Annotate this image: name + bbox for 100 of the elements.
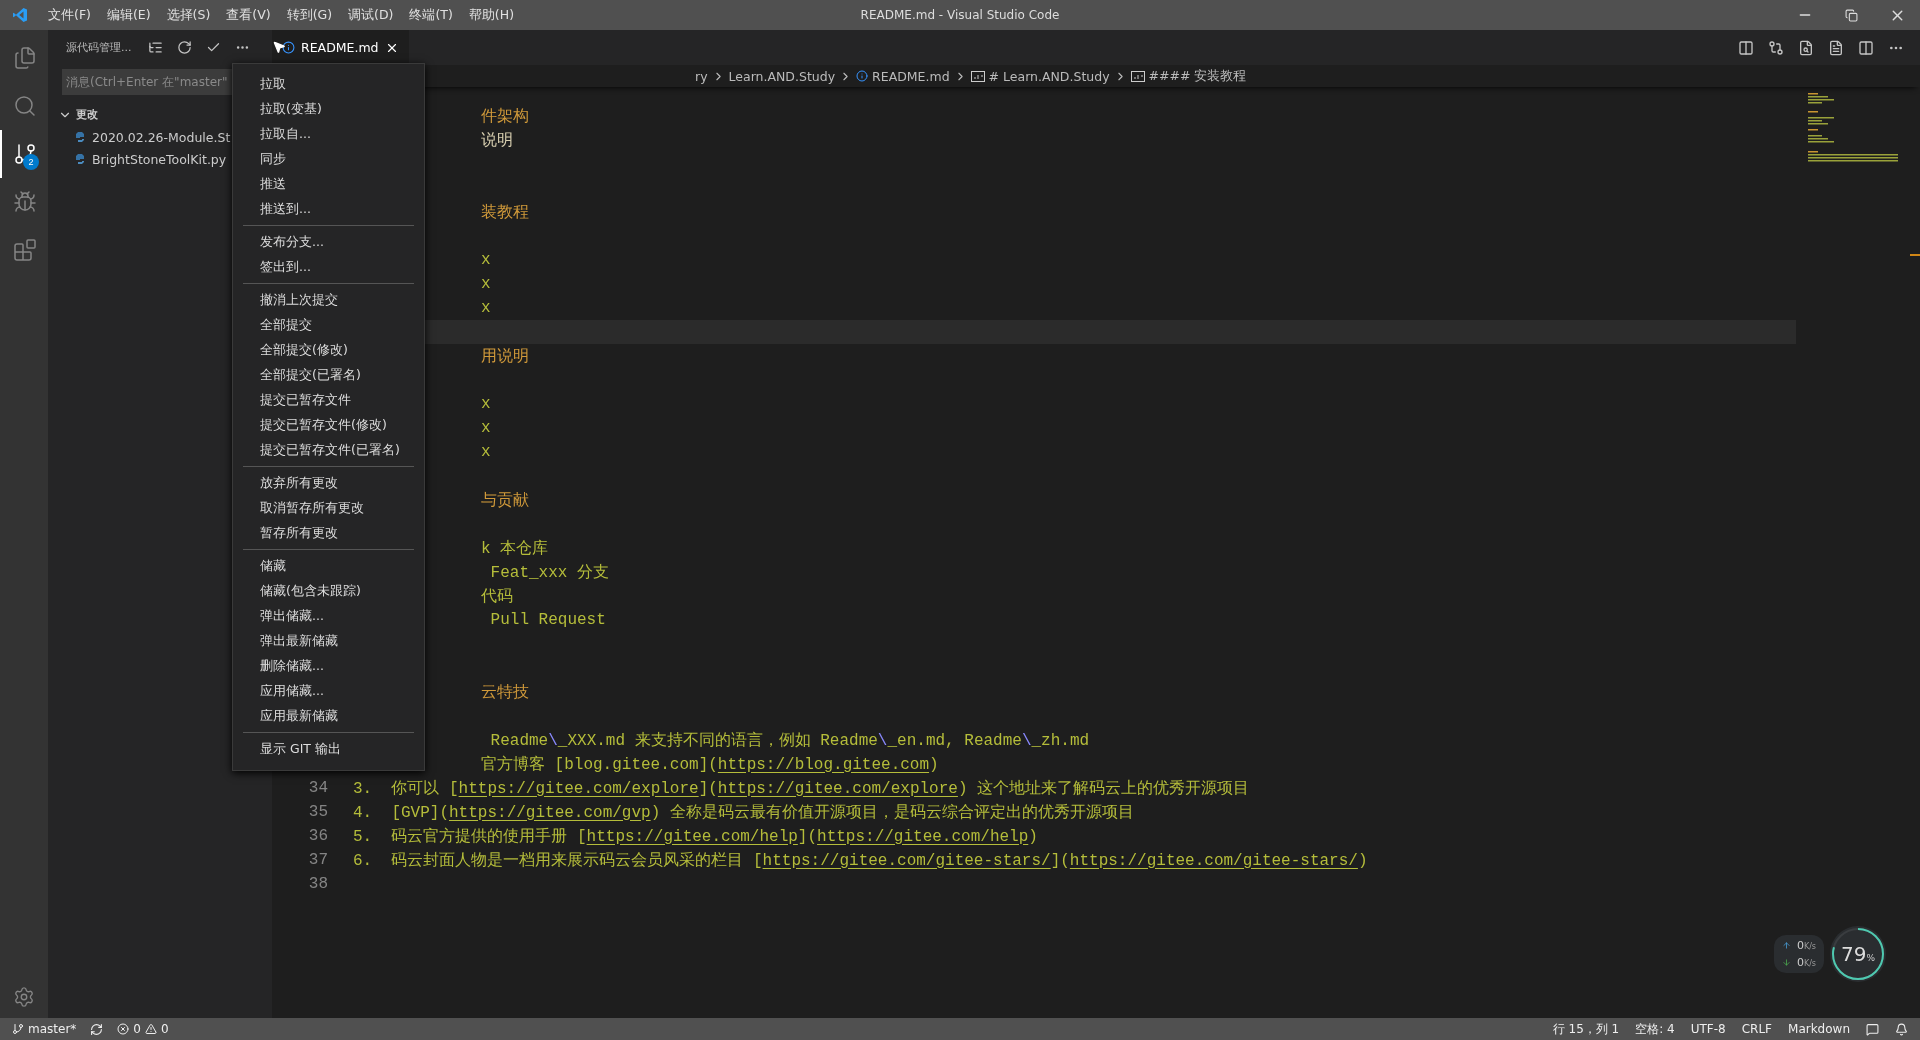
code-line: x xyxy=(481,443,491,461)
code-line: 用说明 xyxy=(481,346,529,367)
search-icon[interactable] xyxy=(13,94,37,118)
code-line: Readme\_XXX.md 来支持不同的语言，例如 Readme\_en.md, Readme\_zh.md xyxy=(489,730,1090,751)
menu-item[interactable]: 弹出储藏... xyxy=(233,604,424,629)
menu-item[interactable]: 选择(S) xyxy=(158,6,219,24)
code-line: 与贡献 xyxy=(481,490,529,511)
code-line: x xyxy=(481,275,491,293)
menu-item[interactable]: 暂存所有更改 xyxy=(233,521,424,546)
mouse-cursor-icon xyxy=(272,40,286,54)
menu-item[interactable]: 发布分支... xyxy=(233,230,424,255)
code-line: 说明 xyxy=(481,130,513,151)
split-editor-icon[interactable] xyxy=(1858,39,1874,56)
code-line: x xyxy=(481,419,491,437)
warning-icon[interactable] xyxy=(144,1023,157,1035)
menu-item[interactable]: 转到(G) xyxy=(278,6,341,24)
menu-item[interactable]: 储藏(包含未跟踪) xyxy=(233,579,424,604)
refresh-icon[interactable] xyxy=(176,40,192,55)
menu-item[interactable]: 推送 xyxy=(233,172,424,197)
tab-label: README.md xyxy=(301,40,379,55)
blocks-icon[interactable] xyxy=(13,238,37,262)
menu-item[interactable]: 提交已暂存文件(修改) xyxy=(233,413,424,438)
status-item[interactable]: 空格: 4 xyxy=(1635,1020,1675,1038)
menu-item[interactable]: 调试(D) xyxy=(340,6,402,24)
menu-item[interactable]: 储藏 xyxy=(233,554,424,579)
feedback-icon[interactable] xyxy=(1866,1022,1879,1036)
restore-icon[interactable] xyxy=(1844,8,1858,22)
menu-item[interactable]: 同步 xyxy=(233,147,424,172)
menu-item[interactable]: 全部提交 xyxy=(233,313,424,338)
compare-icon[interactable] xyxy=(1768,39,1784,56)
code-line: x xyxy=(481,299,491,317)
menu-item[interactable]: 拉取自... xyxy=(233,122,424,147)
warning-count[interactable]: 0 xyxy=(160,1022,169,1036)
menu-item[interactable]: 拉取(变基) xyxy=(233,97,424,122)
tree-view-icon[interactable] xyxy=(147,40,163,55)
menu-item[interactable]: 提交已暂存文件(已署名) xyxy=(233,438,424,463)
code-line: 4. [GVP](https://gitee.com/gvp) 全称是码云最有价值开源项目，是码云综合评定出的优秀开源项目 xyxy=(353,802,1134,823)
bug-icon[interactable] xyxy=(13,190,37,214)
breadcrumb-item[interactable]: # Learn.AND.Study xyxy=(988,68,1110,84)
editor-tab[interactable]: README.md xyxy=(272,30,409,65)
breadcrumb-item[interactable]: ry xyxy=(695,68,708,84)
menu-item[interactable]: 应用最新储藏 xyxy=(233,704,424,729)
menu-item[interactable]: 全部提交(已署名) xyxy=(233,363,424,388)
menu-item[interactable]: 应用储藏... xyxy=(233,679,424,704)
scroll-marker xyxy=(1910,254,1920,256)
document-icon[interactable] xyxy=(1828,39,1844,56)
bell-icon[interactable] xyxy=(1895,1022,1908,1036)
code-line: 云特技 xyxy=(481,682,529,703)
progress-ring-icon xyxy=(1830,926,1886,982)
code-line: x xyxy=(481,395,491,413)
menu-item[interactable]: 取消暂存所有更改 xyxy=(233,496,424,521)
section-label[interactable]: 更改 xyxy=(76,107,98,122)
line-number: 37 xyxy=(307,851,328,869)
upload-icon xyxy=(1781,941,1791,950)
menu-item[interactable]: 终端(T) xyxy=(401,6,461,24)
status-item[interactable]: CRLF xyxy=(1741,1022,1773,1036)
menu-item[interactable]: 删除储藏... xyxy=(233,654,424,679)
settings-icon[interactable] xyxy=(13,986,35,1008)
breadcrumb-item[interactable]: Learn.AND.Study xyxy=(728,68,836,84)
sync-icon[interactable] xyxy=(90,1022,104,1036)
file-search-icon[interactable] xyxy=(1798,39,1814,56)
python-file-icon xyxy=(76,154,86,164)
menu-item[interactable]: 帮助(H) xyxy=(460,6,522,24)
gauge-value: 79% xyxy=(1841,942,1875,966)
preview-icon[interactable] xyxy=(1738,39,1754,56)
window-title: README.md - Visual Studio Code xyxy=(860,8,1060,22)
branch-icon[interactable] xyxy=(12,1023,24,1035)
files-icon[interactable] xyxy=(13,46,37,70)
menu-item[interactable]: 放弃所有更改 xyxy=(233,471,424,496)
status-item[interactable]: 行 15，列 1 xyxy=(1552,1020,1620,1038)
menu-item[interactable]: 推送到... xyxy=(233,197,424,222)
branch-status[interactable]: master* xyxy=(28,1022,77,1036)
status-item[interactable]: Markdown xyxy=(1788,1022,1850,1036)
panel-title: 源代码管理... xyxy=(66,40,132,55)
line-number: 38 xyxy=(307,875,328,893)
menu-item[interactable]: 撤消上次提交 xyxy=(233,288,424,313)
breadcrumb-item[interactable]: #### 安装教程 xyxy=(1148,67,1247,85)
menu-item[interactable]: 签出到... xyxy=(233,255,424,280)
changed-file[interactable]: BrightStoneToolKit.py xyxy=(92,151,227,167)
menu-item[interactable]: 全部提交(修改) xyxy=(233,338,424,363)
breadcrumb-item[interactable]: README.md xyxy=(872,68,950,84)
changed-file[interactable]: 2020.02.26-Module.St xyxy=(92,129,231,145)
menu-item[interactable]: 编辑(E) xyxy=(98,6,159,24)
code-line: 6. 码云封面人物是一档用来展示码云会员风采的栏目 [https://gitee.com/gitee-stars/](https://gitee.com/gitee-stars/) xyxy=(353,850,1368,871)
menu-item[interactable]: 弹出最新储藏 xyxy=(233,629,424,654)
menu-item[interactable]: 提交已暂存文件 xyxy=(233,388,424,413)
status-item[interactable]: UTF-8 xyxy=(1690,1022,1726,1036)
app-logo-icon xyxy=(12,7,28,23)
code-line: Feat_xxx 分支 xyxy=(489,562,609,583)
menu-item[interactable]: 查看(V) xyxy=(218,6,279,24)
code-line: x xyxy=(481,251,491,269)
menu-item[interactable]: 显示 GIT 输出 xyxy=(233,737,424,762)
code-line: 代码 xyxy=(481,586,513,607)
upload-speed: 0K/s xyxy=(1796,939,1816,952)
code-line: 5. 码云官方提供的使用手册 [https://gitee.com/help](https://gitee.com/help) xyxy=(353,826,1038,847)
error-count[interactable]: 0 xyxy=(133,1022,141,1036)
error-icon[interactable] xyxy=(117,1023,130,1035)
branch-icon[interactable] xyxy=(13,142,37,166)
code-line: Pull Request xyxy=(489,611,606,629)
menu-item[interactable]: 文件(F) xyxy=(40,6,99,24)
